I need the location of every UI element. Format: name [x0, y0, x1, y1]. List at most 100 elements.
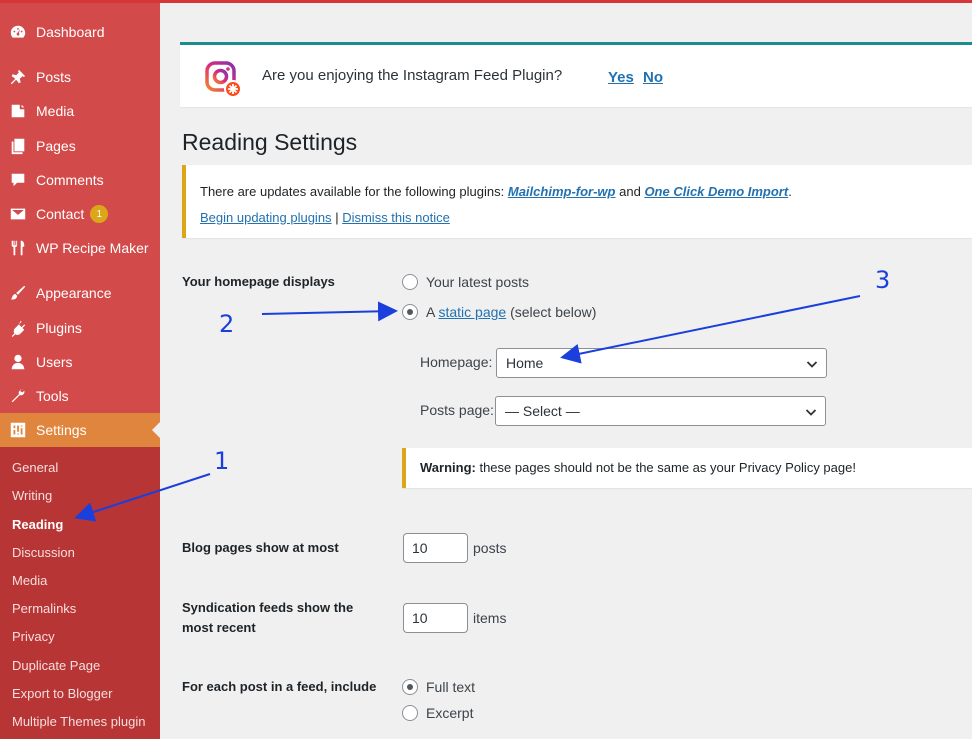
dismiss-notice-link[interactable]: Dismiss this notice [342, 210, 450, 225]
paintbrush-icon [9, 284, 27, 302]
ig-no-link[interactable]: No [643, 69, 663, 86]
radio-full-text[interactable] [402, 679, 418, 695]
mail-icon [9, 205, 27, 223]
submenu-writing[interactable]: Writing [12, 488, 52, 503]
sidebar-item-label: Users [36, 354, 73, 370]
homepage-select[interactable]: Home [496, 348, 827, 378]
feed-include-label: For each post in a feed, include [182, 679, 377, 694]
sidebar-item-media[interactable]: Media [0, 94, 160, 128]
sidebar-item-posts[interactable]: Posts [0, 60, 160, 94]
media-icon [9, 102, 27, 120]
submenu-general[interactable]: General [12, 460, 58, 475]
radio-excerpt[interactable] [402, 705, 418, 721]
admin-sidebar: Dashboard Posts Media Pages Comments Con… [0, 0, 160, 739]
annotation-number-1: 1 [214, 447, 230, 475]
sidebar-item-label: WP Recipe Maker [36, 240, 149, 256]
plugins-icon [9, 319, 27, 337]
update-notice-and: and [619, 184, 641, 199]
sidebar-item-label: Settings [36, 422, 87, 438]
blog-pages-label: Blog pages show at most [182, 540, 339, 555]
warning-label: Warning: [420, 460, 476, 475]
sidebar-item-tools[interactable]: Tools [0, 379, 160, 413]
submenu-discussion[interactable]: Discussion [12, 545, 75, 560]
sidebar-item-plugins[interactable]: Plugins [0, 311, 160, 345]
chevron-down-icon [805, 409, 817, 416]
sidebar-item-label: Dashboard [36, 24, 105, 40]
utensils-icon [9, 239, 27, 257]
homepage-displays-label: Your homepage displays [182, 274, 335, 289]
instagram-feed-logo-icon [205, 61, 242, 98]
pin-icon [9, 68, 27, 86]
submenu-reading[interactable]: Reading [12, 517, 63, 532]
sidebar-item-label: Media [36, 103, 75, 119]
plugin-link-one-click-demo-import[interactable]: One Click Demo Import [644, 184, 788, 199]
submenu-privacy[interactable]: Privacy [12, 629, 55, 644]
plugin-link-mailchimp[interactable]: Mailchimp-for-wp [508, 184, 616, 199]
radio-static-page[interactable] [402, 304, 418, 320]
submenu-export-to-blogger[interactable]: Export to Blogger [12, 686, 112, 701]
page-title: Reading Settings [182, 129, 358, 155]
sidebar-item-label: Appearance [36, 285, 112, 301]
dashboard-icon [9, 23, 27, 41]
instagram-feed-notice: Are you enjoying the Instagram Feed Plug… [180, 42, 972, 107]
static-page-prefix: A [426, 304, 435, 320]
blog-pages-unit: posts [473, 540, 507, 556]
settings-submenu: General Writing Reading Discussion Media… [0, 447, 160, 739]
annotation-number-2: 2 [219, 310, 235, 338]
radio-full-text-label: Full text [426, 679, 476, 695]
submenu-media[interactable]: Media [12, 573, 47, 588]
plugin-update-notice: There are updates available for the foll… [182, 165, 972, 238]
link-separator: | [335, 210, 339, 225]
ig-yes-link[interactable]: Yes [608, 69, 634, 86]
comments-icon [9, 171, 27, 189]
posts-page-select-label: Posts page: [420, 402, 494, 418]
update-notice-message: There are updates available for the foll… [200, 184, 792, 199]
pages-icon [9, 137, 27, 155]
sidebar-item-label: Contact [36, 206, 85, 222]
warning-text: these pages should not be the same as yo… [479, 460, 856, 475]
radio-latest-posts-label: Your latest posts [426, 274, 529, 290]
sidebar-item-label: Posts [36, 69, 72, 85]
tools-icon [9, 387, 27, 405]
homepage-select-label: Homepage: [420, 354, 493, 370]
sidebar-item-label: Plugins [36, 320, 82, 336]
static-page-suffix: (select below) [510, 304, 597, 320]
annotation-number-3: 3 [875, 266, 891, 294]
update-notice-prefix: There are updates available for the foll… [200, 184, 505, 199]
contact-count-badge: 1 [90, 205, 109, 223]
warning-message: Warning: these pages should not be the s… [420, 460, 856, 475]
top-accent-line [0, 0, 972, 3]
static-page-link[interactable]: static page [438, 304, 506, 320]
submenu-permalinks[interactable]: Permalinks [12, 601, 76, 616]
sidebar-item-label: Pages [36, 138, 76, 154]
chevron-down-icon [806, 361, 818, 368]
syndication-input[interactable] [403, 603, 468, 633]
users-icon [9, 353, 27, 371]
sidebar-item-users[interactable]: Users [0, 345, 160, 379]
submenu-multiple-themes-plugin[interactable]: Multiple Themes plugin [12, 714, 145, 729]
sidebar-item-contact[interactable]: Contact 1 [0, 197, 160, 231]
privacy-policy-warning: Warning: these pages should not be the s… [402, 448, 972, 488]
submenu-duplicate-page[interactable]: Duplicate Page [12, 658, 100, 673]
homepage-select-value: Home [506, 355, 544, 371]
sidebar-item-dashboard[interactable]: Dashboard [0, 15, 160, 49]
sidebar-item-settings[interactable]: Settings [0, 413, 160, 447]
annotation-arrow-2 [261, 301, 398, 322]
syndication-label-line1: Syndication feeds show the [182, 600, 354, 615]
blog-pages-input[interactable] [403, 533, 468, 563]
posts-page-select-value: — Select — [505, 403, 580, 419]
radio-excerpt-label: Excerpt [426, 705, 474, 721]
sidebar-item-wp-recipe-maker[interactable]: WP Recipe Maker [0, 231, 160, 265]
posts-page-select[interactable]: — Select — [495, 396, 826, 426]
sidebar-item-label: Tools [36, 388, 69, 404]
radio-static-page-label: A static page (select below) [426, 304, 596, 320]
syndication-label-line2: most recent [182, 620, 256, 635]
syndication-unit: items [473, 610, 507, 626]
sidebar-item-comments[interactable]: Comments [0, 163, 160, 197]
sidebar-item-appearance[interactable]: Appearance [0, 276, 160, 310]
update-notice-suffix: . [788, 184, 792, 199]
begin-updating-plugins-link[interactable]: Begin updating plugins [200, 210, 332, 225]
sidebar-item-pages[interactable]: Pages [0, 129, 160, 163]
radio-latest-posts[interactable] [402, 274, 418, 290]
settings-icon [9, 421, 27, 439]
